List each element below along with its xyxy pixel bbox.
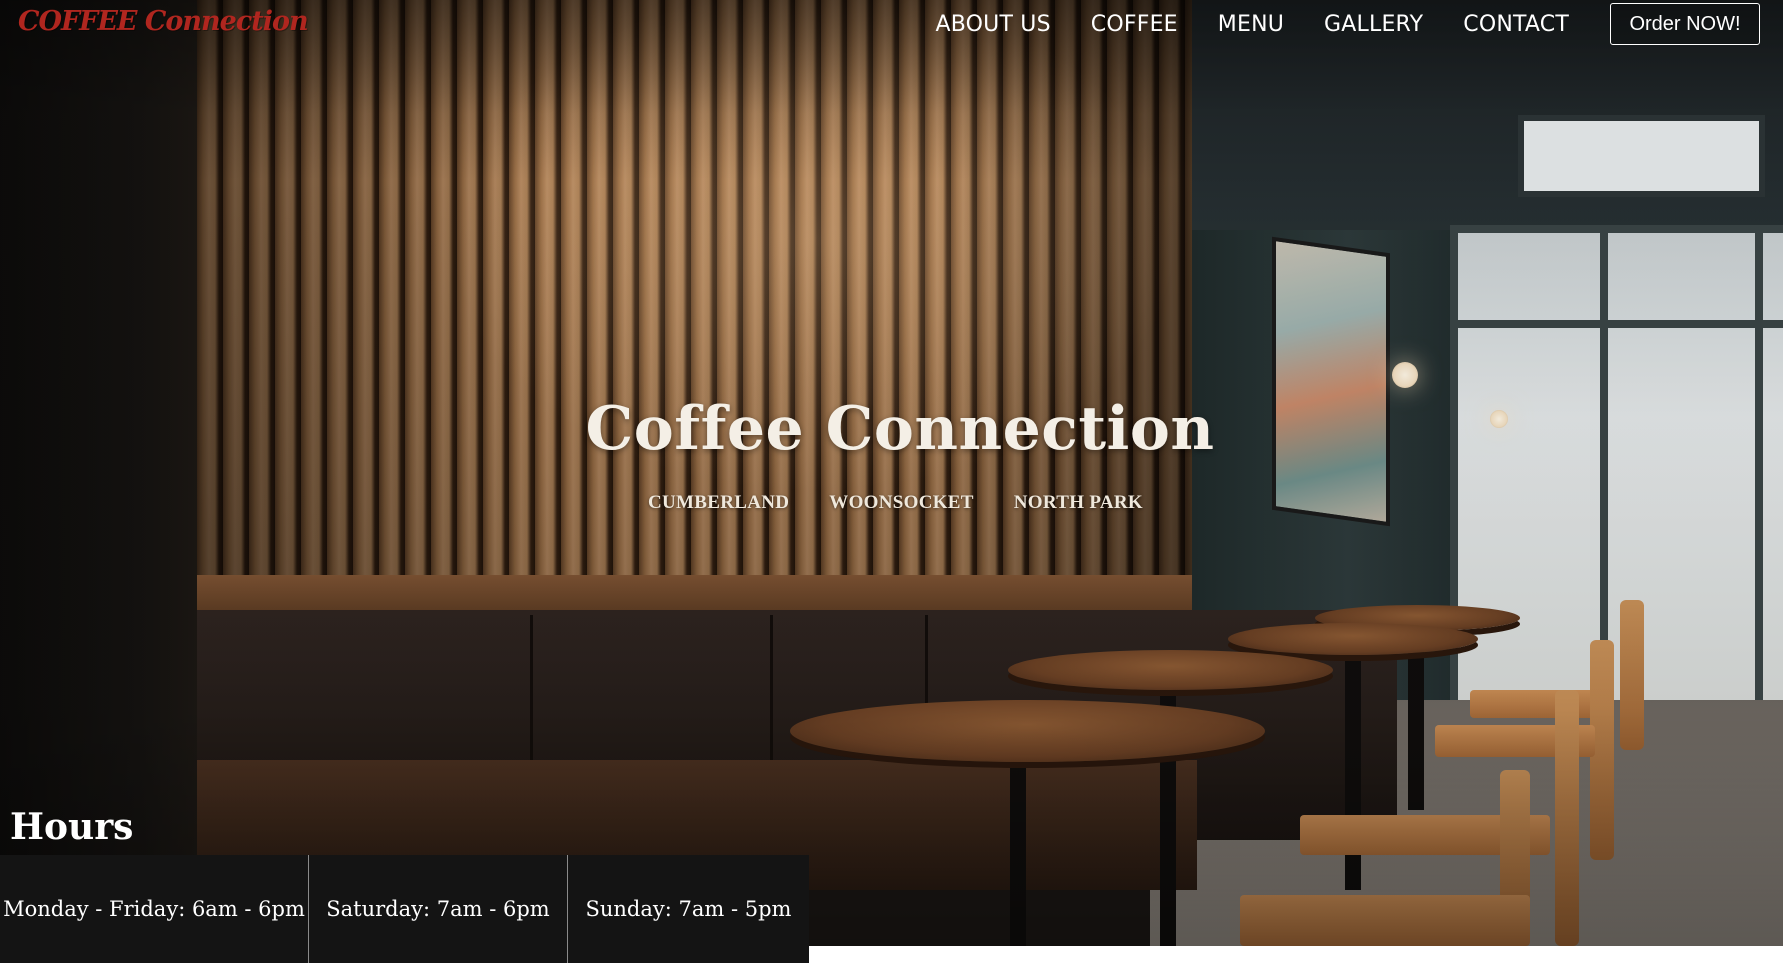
hero-title: Coffee Connection: [585, 394, 1215, 464]
nav-links: ABOUT US COFFEE MENU GALLERY CONTACT: [936, 12, 1570, 37]
hero-background-image: [0, 0, 1783, 946]
nav-link-about-us[interactable]: ABOUT US: [936, 12, 1051, 37]
nav-link-gallery[interactable]: GALLERY: [1324, 12, 1423, 37]
order-now-button[interactable]: Order NOW!: [1610, 3, 1760, 45]
top-navigation: COFFEE Connection ABOUT US COFFEE MENU G…: [0, 0, 1783, 52]
location-list: CUMBERLAND WOONSOCKET NORTH PARK: [648, 492, 1143, 514]
photo-vignette: [0, 0, 1783, 946]
hours-sunday: Sunday: 7am - 5pm: [567, 855, 809, 963]
location-north-park: NORTH PARK: [1013, 492, 1143, 513]
hours-heading: Hours: [10, 806, 134, 848]
nav-link-menu[interactable]: MENU: [1218, 12, 1284, 37]
hours-weekdays: Monday - Friday: 6am - 6pm: [0, 855, 308, 963]
location-woonsocket: WOONSOCKET: [829, 492, 974, 513]
hours-table: Monday - Friday: 6am - 6pm Saturday: 7am…: [0, 855, 809, 963]
location-cumberland: CUMBERLAND: [648, 492, 790, 513]
site-logo[interactable]: COFFEE Connection: [18, 6, 309, 37]
nav-link-coffee[interactable]: COFFEE: [1091, 12, 1178, 37]
nav-link-contact[interactable]: CONTACT: [1463, 12, 1569, 37]
hours-saturday: Saturday: 7am - 6pm: [308, 855, 567, 963]
